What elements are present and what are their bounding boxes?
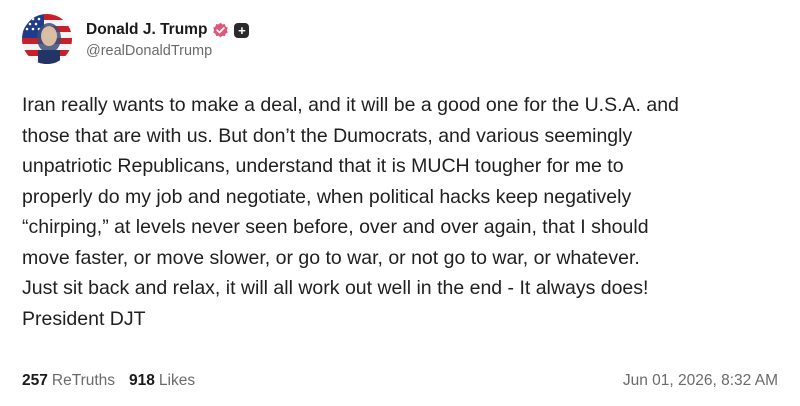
display-name[interactable]: Donald J. Trump [86, 21, 207, 39]
post-text-line: move faster, or move slower, or go to wa… [22, 246, 640, 269]
likes-label: Likes [158, 372, 196, 389]
likes-count: 918 [129, 372, 155, 389]
truth-post: Donald J. Trump + @realDonaldTrump Iran … [0, 0, 800, 406]
post-timestamp[interactable]: Jun 01, 2026, 8:32 AM [623, 372, 778, 390]
post-text-line: Just sit back and relax, it will all wor… [22, 277, 649, 299]
post-text-line: unpatriotic Republicans, understand that… [22, 155, 624, 177]
retruths-label: ReTruths [51, 372, 116, 389]
avatar-portrait-icon [22, 14, 61, 64]
retruths-stat[interactable]: 257 ReTruths [22, 372, 115, 390]
post-header: Donald J. Trump + @realDonaldTrump [22, 12, 250, 66]
post-text-line: those that are with us. But don’t the Du… [22, 124, 633, 147]
avatar[interactable] [22, 14, 72, 64]
name-row: Donald J. Trump + [86, 19, 250, 41]
follow-plus-icon[interactable]: + [234, 22, 250, 38]
post-signature: President DJT [22, 307, 146, 330]
retruths-count: 257 [22, 372, 48, 389]
engagement-stats: 257 ReTruths 918 Likes [22, 372, 195, 390]
author-handle[interactable]: @realDonaldTrump [86, 43, 249, 59]
post-body: Iran really wants to make a deal, and it… [22, 90, 790, 334]
post-footer: 257 ReTruths 918 Likes Jun 01, 2026, 8:32 … [22, 372, 778, 390]
author-identity: Donald J. Trump + @realDonaldTrump [86, 19, 250, 59]
post-text-line: “chirping,” at levels never seen before,… [22, 216, 649, 238]
likes-stat[interactable]: 918 Likes [129, 372, 195, 390]
post-text-line: properly do my job and negotiate, when p… [22, 185, 632, 208]
post-text-line: Iran really wants to make a deal, and it… [22, 94, 679, 116]
verified-badge-icon [212, 22, 229, 39]
